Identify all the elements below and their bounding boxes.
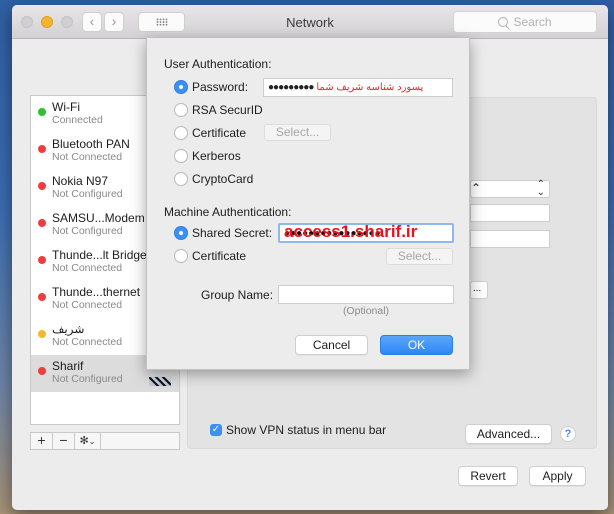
apply-button[interactable]: Apply: [529, 466, 586, 486]
status-dot-icon: [38, 182, 46, 190]
user-auth-password-option[interactable]: Password:: [174, 80, 248, 94]
status-dot-icon: [38, 293, 46, 301]
password-radio[interactable]: [174, 80, 188, 94]
user-auth-kerberos-option[interactable]: Kerberos: [174, 149, 241, 163]
status-dot-icon: [38, 219, 46, 227]
password-value: ●●●●●●●●●: [268, 82, 314, 93]
shared-secret-radio[interactable]: [174, 226, 188, 240]
service-list-toolbar: + − ✻⌄: [30, 432, 180, 450]
user-auth-rsa-option[interactable]: RSA SecurID: [174, 103, 263, 117]
server-address-field[interactable]: [470, 204, 550, 222]
remove-service-button[interactable]: −: [53, 433, 75, 449]
machine-certificate-label: Certificate: [192, 249, 247, 263]
title-bar: ‹ › Network Search: [12, 5, 608, 39]
status-dot-icon: [38, 108, 46, 116]
shared-secret-label: Shared Secret:: [192, 226, 273, 240]
user-certificate-radio[interactable]: [174, 126, 188, 140]
machine-auth-certificate-option[interactable]: Certificate: [174, 249, 246, 263]
gear-icon: ✻: [79, 435, 89, 447]
password-annotation: پسورد شناسه شریف شما: [316, 82, 424, 93]
user-auth-cryptocard-option[interactable]: CryptoCard: [174, 172, 253, 186]
status-dot-icon: [38, 330, 46, 338]
status-dot-icon: [38, 145, 46, 153]
machine-certificate-select-button[interactable]: Select...: [386, 248, 453, 265]
help-button[interactable]: ?: [560, 426, 576, 442]
machine-auth-shared-secret-option[interactable]: Shared Secret:: [174, 226, 272, 240]
machine-certificate-radio[interactable]: [174, 249, 188, 263]
user-certificate-select-button[interactable]: Select...: [264, 124, 331, 141]
shared-secret-field[interactable]: ●●●●●●●●●●●●●●●● access1.sharif.ir: [278, 223, 454, 243]
kerberos-label: Kerberos: [192, 149, 241, 163]
search-input[interactable]: Search: [453, 11, 597, 33]
show-vpn-status-row[interactable]: ✓ Show VPN status in menu bar: [210, 423, 386, 437]
account-name-field[interactable]: [470, 230, 550, 248]
rsa-securid-radio[interactable]: [174, 103, 188, 117]
user-authentication-heading: User Authentication:: [164, 57, 272, 71]
group-name-hint: (Optional): [342, 305, 390, 317]
search-placeholder: Search: [513, 15, 552, 29]
user-auth-certificate-option[interactable]: Certificate: [174, 126, 246, 140]
updown-chevron-icon: ⌃ ⌄: [536, 179, 545, 198]
search-icon: [498, 17, 509, 27]
vpn-lock-icon: [149, 374, 171, 386]
group-name-label: Group Name:: [201, 288, 274, 302]
chevron-down-icon: ⌄: [88, 437, 96, 446]
group-name-field[interactable]: [278, 285, 454, 304]
kerberos-radio[interactable]: [174, 149, 188, 163]
cryptocard-radio[interactable]: [174, 172, 188, 186]
ok-button[interactable]: OK: [380, 335, 453, 355]
status-dot-icon: [38, 367, 46, 375]
advanced-button[interactable]: Advanced...: [465, 424, 552, 444]
authentication-settings-sheet: User Authentication: Password: ●●●●●●●●●…: [146, 38, 470, 370]
user-certificate-label: Certificate: [192, 126, 247, 140]
cryptocard-label: CryptoCard: [192, 172, 254, 186]
authentication-settings-button[interactable]: ...: [470, 281, 488, 299]
machine-authentication-heading: Machine Authentication:: [164, 205, 292, 219]
show-vpn-status-label: Show VPN status in menu bar: [226, 423, 387, 437]
password-field[interactable]: ●●●●●●●●● پسورد شناسه شریف شما: [263, 78, 453, 97]
revert-button[interactable]: Revert: [458, 466, 518, 486]
add-service-button[interactable]: +: [31, 433, 53, 449]
shared-secret-annotation: access1.sharif.ir: [284, 223, 418, 241]
action-menu-button[interactable]: ✻⌄: [75, 433, 101, 449]
rsa-securid-label: RSA SecurID: [192, 103, 263, 117]
password-label: Password:: [192, 80, 249, 94]
status-dot-icon: [38, 256, 46, 264]
show-vpn-status-checkbox[interactable]: ✓: [210, 424, 222, 436]
configuration-popup[interactable]: ⌃ ⌄: [470, 180, 550, 198]
cancel-button[interactable]: Cancel: [295, 335, 368, 355]
